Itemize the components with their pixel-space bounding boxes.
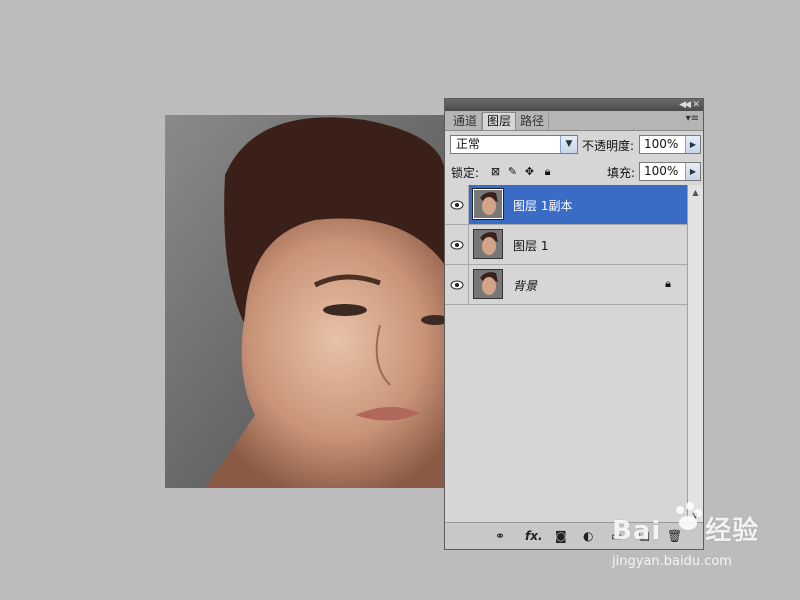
lock-fill-row: 锁定: ⊠ ✎ ✥ 🔒︎ 填充: 100% ▶ (445, 158, 703, 186)
lock-label: 锁定: (451, 166, 480, 180)
layer-thumbnail[interactable] (473, 269, 503, 299)
panel-tabs: 通道 图层 路径 ▾≡ (445, 111, 703, 131)
layer-row[interactable]: 图层 1 (445, 225, 687, 265)
fill-input[interactable]: 100% ▶ (639, 162, 701, 181)
fill-label: 填充: (607, 166, 636, 180)
tab-paths[interactable]: 路径 (516, 113, 550, 130)
portrait-image (165, 115, 445, 488)
panel-titlebar[interactable]: ◀◀ ✕ (445, 99, 703, 111)
layer-thumbnail[interactable] (472, 188, 504, 220)
panel-menu-icon[interactable]: ▾≡ (686, 113, 699, 124)
layer-name[interactable]: 图层 1副本 (513, 197, 572, 214)
canvas-photo[interactable] (165, 115, 445, 488)
layer-thumbnail[interactable] (473, 229, 503, 259)
watermark-brand-suffix: 经验 (705, 516, 760, 546)
blend-mode-value: 正常 (456, 137, 481, 151)
close-icon[interactable]: ✕ (692, 99, 700, 111)
lock-position-move-icon[interactable]: ✥ (523, 165, 536, 178)
layers-list: 图层 1副本 图层 1 背景 🔒︎ (445, 185, 687, 523)
tab-channels[interactable]: 通道 (449, 113, 483, 130)
layers-panel: ◀◀ ✕ 通道 图层 路径 ▾≡ 正常 ▼ 不透明度: 100% ▶ 锁定: ⊠… (444, 98, 704, 550)
opacity-label: 不透明度: (582, 139, 635, 153)
collapse-icon[interactable]: ◀◀ (679, 99, 691, 111)
mask-icon[interactable]: ◙ (555, 528, 567, 544)
fx-icon[interactable]: fx. (525, 528, 543, 544)
blend-mode-select[interactable]: 正常 ▼ (450, 135, 578, 154)
visibility-eye-icon[interactable] (445, 225, 469, 264)
chevron-right-icon[interactable]: ▶ (685, 136, 700, 153)
layer-name[interactable]: 背景 (513, 277, 537, 294)
paw-icon (676, 502, 702, 530)
opacity-input[interactable]: 100% ▶ (639, 135, 701, 154)
lock-paint-brush-icon[interactable]: ✎ (506, 165, 519, 178)
layer-name[interactable]: 图层 1 (513, 237, 548, 254)
opacity-value: 100% (644, 137, 679, 151)
watermark-brand: Bai (612, 516, 662, 546)
layer-row[interactable]: 背景 🔒︎ (445, 265, 687, 305)
layer-row[interactable]: 图层 1副本 (445, 185, 687, 225)
tab-layers[interactable]: 图层 (482, 112, 517, 130)
lock-all-padlock-icon[interactable]: 🔒︎ (541, 165, 554, 178)
lock-transparency-icon[interactable]: ⊠ (489, 165, 502, 178)
lock-icon: 🔒︎ (665, 277, 671, 290)
visibility-eye-icon[interactable] (445, 185, 469, 224)
watermark-url: jingyan.baidu.com (612, 554, 732, 569)
blend-opacity-row: 正常 ▼ 不透明度: 100% ▶ (445, 131, 703, 158)
fill-value: 100% (644, 164, 679, 178)
scroll-up-icon[interactable]: ▲ (688, 185, 703, 200)
adjustment-icon[interactable]: ◐ (583, 528, 593, 544)
link-icon[interactable]: ⚭ (495, 528, 505, 544)
chevron-right-icon[interactable]: ▶ (685, 163, 700, 180)
baidu-watermark: Bai 经验 jingyan.baidu.com (612, 502, 760, 569)
layers-scrollbar[interactable]: ▲ ▼ (687, 185, 703, 523)
chevron-down-icon[interactable]: ▼ (560, 136, 577, 153)
visibility-eye-icon[interactable] (445, 265, 469, 304)
